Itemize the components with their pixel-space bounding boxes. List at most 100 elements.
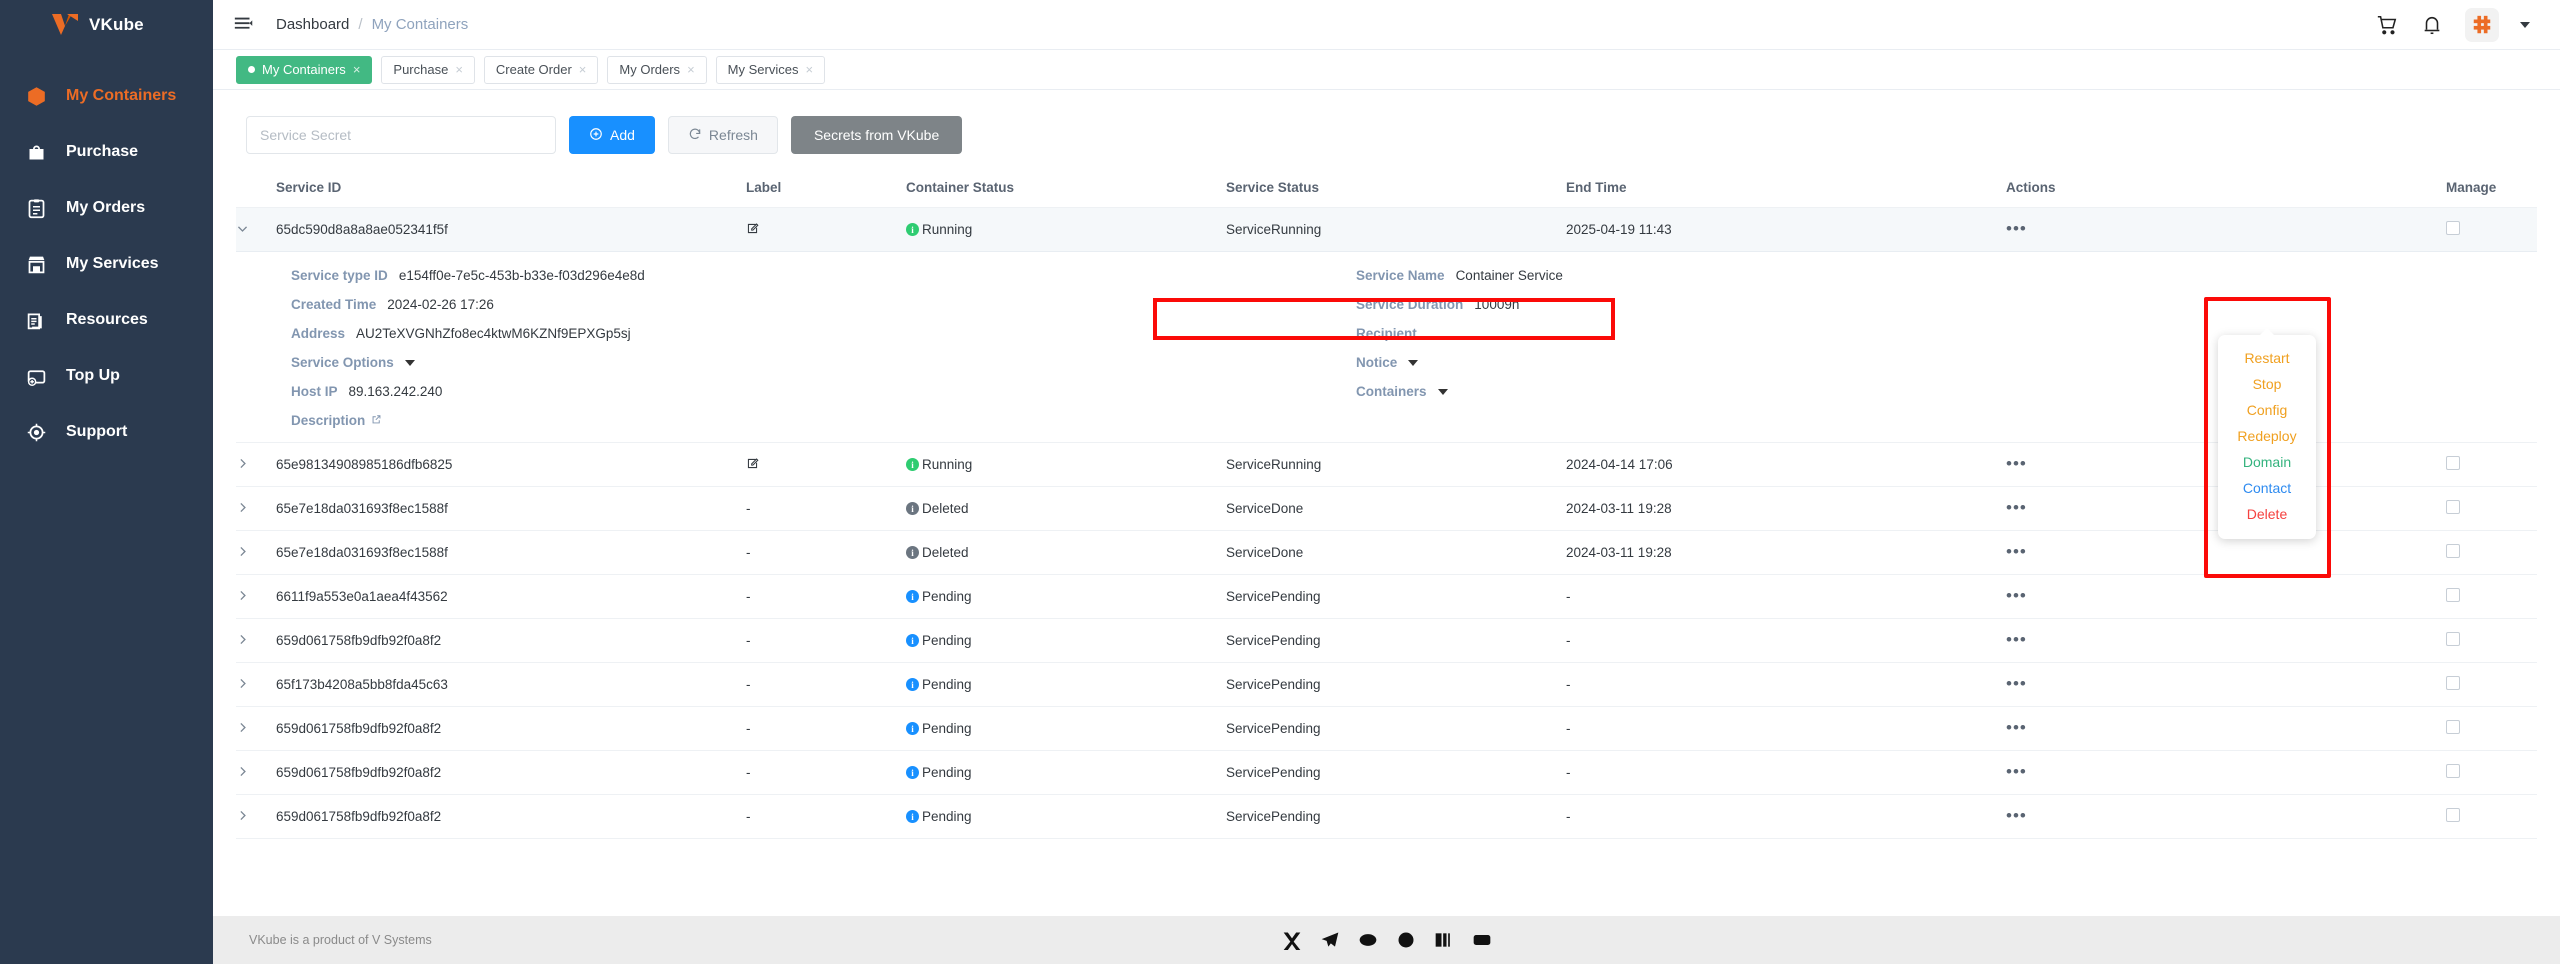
ellipsis-icon[interactable]: ••• (2006, 806, 2027, 825)
secrets-from-vkube-button[interactable]: Secrets from VKube (790, 116, 963, 154)
chevron-right-icon[interactable] (236, 501, 249, 517)
youtube-icon[interactable] (1471, 929, 1493, 951)
chevron-right-icon[interactable] (236, 589, 249, 605)
breadcrumb-current[interactable]: My Containers (372, 16, 469, 33)
row-checkbox[interactable] (2446, 221, 2460, 235)
chevron-down-icon[interactable] (404, 359, 415, 366)
action-menu[interactable]: Restart Stop Config Redeploy Domain Cont… (2218, 328, 2316, 539)
cell-manage[interactable] (2446, 442, 2537, 487)
edit-icon[interactable] (746, 222, 759, 238)
bell-icon[interactable] (2420, 13, 2444, 37)
cell-manage[interactable] (2446, 750, 2537, 795)
hamburger-icon[interactable] (231, 12, 257, 38)
ellipsis-icon[interactable]: ••• (2006, 542, 2027, 561)
tab-create-order[interactable]: Create Order × (483, 55, 599, 84)
table-row[interactable]: 659d061758fb9dfb92f0a8f2 - i Pending Ser… (236, 706, 2537, 751)
cell-manage[interactable] (2446, 706, 2537, 751)
tab-purchase[interactable]: Purchase × (381, 55, 475, 84)
expand-cell[interactable] (236, 662, 276, 707)
table-row[interactable]: 65e7e18da031693f8ec1588f - i Deleted Ser… (236, 530, 2537, 575)
action-config[interactable]: Config (2247, 399, 2287, 421)
chevron-right-icon[interactable] (236, 545, 249, 561)
cell-actions[interactable]: ••• (2006, 750, 2446, 795)
cell-manage[interactable] (2446, 530, 2537, 575)
header-label[interactable]: Label (746, 172, 906, 208)
table-row[interactable]: 65e7e18da031693f8ec1588f - i Deleted Ser… (236, 486, 2537, 531)
header-service-status[interactable]: Service Status (1226, 172, 1566, 208)
cell-manage[interactable] (2446, 574, 2537, 619)
user-avatar-icon[interactable] (2465, 7, 2499, 42)
chevron-right-icon[interactable] (236, 633, 249, 649)
chevron-right-icon[interactable] (236, 457, 249, 473)
chevron-down-icon[interactable] (236, 222, 249, 238)
action-restart[interactable]: Restart (2244, 347, 2289, 369)
tab-my-orders[interactable]: My Orders × (607, 55, 707, 84)
ellipsis-icon[interactable]: ••• (2006, 454, 2027, 473)
expand-cell[interactable] (236, 574, 276, 619)
row-checkbox[interactable] (2446, 544, 2460, 558)
medium-icon[interactable] (1433, 929, 1455, 951)
tab-my-services[interactable]: My Services × (715, 55, 826, 84)
ellipsis-icon[interactable]: ••• (2006, 762, 2027, 781)
ellipsis-icon[interactable]: ••• (2006, 586, 2027, 605)
twitter-icon[interactable] (1281, 929, 1303, 951)
action-stop[interactable]: Stop (2253, 373, 2282, 395)
cell-actions[interactable]: ••• (2006, 207, 2446, 252)
ellipsis-icon[interactable]: ••• (2006, 219, 2027, 238)
description-link[interactable]: Description (291, 413, 382, 428)
table-row[interactable]: 6611f9a553e0a1aea4f43562 - i Pending Ser… (236, 574, 2537, 619)
action-contact[interactable]: Contact (2243, 477, 2291, 499)
chevron-down-icon[interactable] (2520, 21, 2530, 28)
row-checkbox[interactable] (2446, 808, 2460, 822)
sidebar-item-resources[interactable]: Resources (0, 292, 213, 348)
header-service-id[interactable]: Service ID (276, 172, 746, 208)
discord-icon[interactable] (1357, 929, 1379, 951)
sidebar-item-support[interactable]: Support (0, 404, 213, 460)
sidebar-item-purchase[interactable]: Purchase (0, 124, 213, 180)
header-actions[interactable]: Actions (2006, 172, 2446, 208)
chevron-down-icon[interactable] (1408, 359, 1419, 366)
detail-containers[interactable]: Containers (1356, 384, 2537, 399)
close-icon[interactable]: × (455, 63, 463, 76)
close-icon[interactable]: × (579, 63, 587, 76)
cart-icon[interactable] (2375, 13, 2399, 37)
table-row[interactable]: 659d061758fb9dfb92f0a8f2 - i Pending Ser… (236, 794, 2537, 839)
expand-cell[interactable] (236, 486, 276, 531)
row-checkbox[interactable] (2446, 764, 2460, 778)
row-checkbox[interactable] (2446, 632, 2460, 646)
expand-cell[interactable] (236, 207, 276, 252)
cell-manage[interactable] (2446, 662, 2537, 707)
cell-manage[interactable] (2446, 618, 2537, 663)
table-row[interactable]: 65f173b4208a5bb8fda45c63 - i Pending Ser… (236, 662, 2537, 707)
table-row[interactable]: 65e98134908985186dfb6825 i Running Servi… (236, 442, 2537, 487)
row-checkbox[interactable] (2446, 676, 2460, 690)
sidebar-item-top-up[interactable]: Top Up (0, 348, 213, 404)
header-end-time[interactable]: End Time (1566, 172, 2006, 208)
header-container-status[interactable]: Container Status (906, 172, 1226, 208)
cell-manage[interactable] (2446, 794, 2537, 839)
expand-cell[interactable] (236, 530, 276, 575)
sidebar-item-my-containers[interactable]: My Containers (0, 68, 213, 124)
cell-label[interactable] (746, 442, 906, 487)
chevron-right-icon[interactable] (236, 809, 249, 825)
table-row[interactable]: 659d061758fb9dfb92f0a8f2 - i Pending Ser… (236, 618, 2537, 663)
expand-cell[interactable] (236, 706, 276, 751)
telegram-icon[interactable] (1319, 929, 1341, 951)
row-checkbox[interactable] (2446, 456, 2460, 470)
expand-cell[interactable] (236, 618, 276, 663)
table-row[interactable]: 65dc590d8a8a8ae052341f5f i Running Servi… (236, 207, 2537, 252)
edit-icon[interactable] (746, 457, 759, 473)
cell-actions[interactable]: ••• (2006, 618, 2446, 663)
expand-cell[interactable] (236, 750, 276, 795)
cell-actions[interactable]: ••• (2006, 662, 2446, 707)
action-domain[interactable]: Domain (2243, 451, 2291, 473)
chevron-right-icon[interactable] (236, 765, 249, 781)
detail-description[interactable]: Description (291, 413, 1356, 428)
reddit-icon[interactable] (1395, 929, 1417, 951)
refresh-button[interactable]: Refresh (667, 116, 778, 154)
breadcrumb-home[interactable]: Dashboard (276, 16, 349, 33)
search-input[interactable] (246, 116, 556, 154)
row-checkbox[interactable] (2446, 500, 2460, 514)
detail-notice[interactable]: Notice (1356, 355, 2537, 370)
row-checkbox[interactable] (2446, 720, 2460, 734)
